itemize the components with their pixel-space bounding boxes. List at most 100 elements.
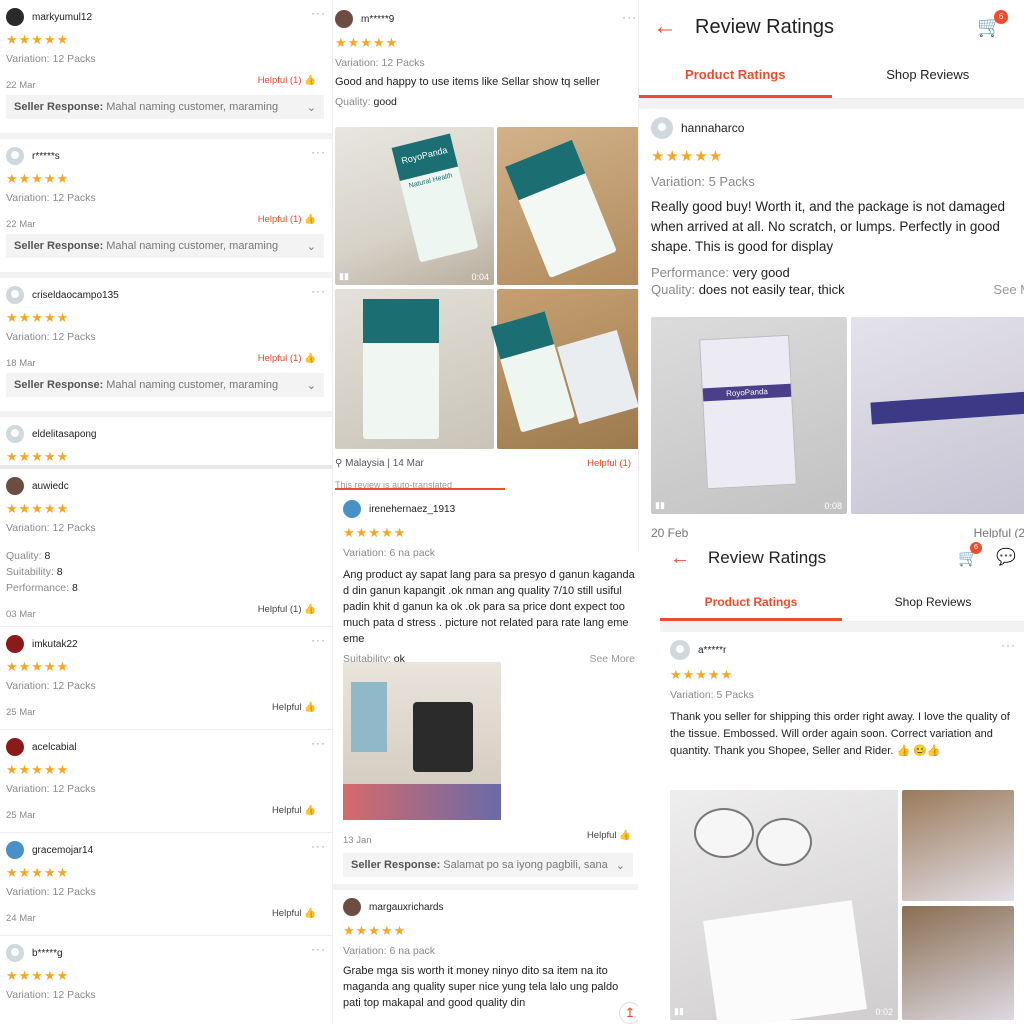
- more-options-icon[interactable]: ···: [311, 839, 326, 853]
- thumbs-up-icon: 👍: [304, 214, 316, 225]
- username: b*****g: [32, 947, 63, 959]
- seller-response[interactable]: Seller Response: Mahal naming customer, m…: [6, 95, 324, 119]
- see-more-link[interactable]: See M: [993, 282, 1024, 297]
- more-options-icon[interactable]: ···: [311, 736, 326, 750]
- review-text: Good and happy to use items like Sellar …: [335, 76, 600, 88]
- back-arrow-icon[interactable]: ←: [653, 13, 677, 41]
- helpful-button[interactable]: Helpful 👍: [272, 805, 316, 816]
- chevron-down-icon[interactable]: ⌄: [307, 101, 316, 114]
- seller-response[interactable]: Seller Response: Salamat po sa iyong pagb…: [343, 853, 633, 877]
- review-photo[interactable]: [497, 127, 638, 285]
- tab-product-ratings[interactable]: Product Ratings: [660, 586, 842, 621]
- more-options-icon[interactable]: ···: [1001, 638, 1016, 652]
- helpful-button[interactable]: Helpful 👍: [272, 908, 316, 919]
- review-date: 25 Mar: [6, 707, 36, 718]
- helpful-button[interactable]: Helpful (1) 👍: [258, 75, 316, 86]
- review-card: r*****s ··· ★★★★★ Variation: 12 Packs 22…: [0, 139, 332, 278]
- variation-text: Variation: 12 Packs: [6, 783, 96, 795]
- more-options-icon[interactable]: ···: [622, 10, 637, 24]
- review-video-thumbnail[interactable]: RoyoPanda Natural Health ▮▮ 0:04: [335, 127, 494, 285]
- star-rating: ★★★★★: [343, 525, 407, 540]
- back-arrow-icon[interactable]: ←: [670, 547, 690, 570]
- star-rating: ★★★★★: [6, 310, 70, 325]
- review-date: 03 Mar: [6, 609, 36, 620]
- video-icon: ▮▮: [655, 500, 665, 510]
- review-card: gracemojar14 ··· ★★★★★ Variation: 12 Pac…: [0, 833, 332, 936]
- star-rating: ★★★★★: [6, 968, 70, 983]
- review-panel-top: ← Review Ratings 🛒 6 Product Ratings Sho…: [638, 0, 1024, 552]
- review-date: 24 Mar: [6, 913, 36, 924]
- variation-text: Variation: 6 na pack: [343, 945, 436, 957]
- helpful-button[interactable]: Helpful (1) 👍: [258, 353, 316, 364]
- review-video-thumbnail[interactable]: RoyoPanda ▮▮ 0:08: [651, 317, 847, 514]
- tab-shop-reviews[interactable]: Shop Reviews: [832, 54, 1024, 98]
- review-photo[interactable]: [902, 906, 1014, 1020]
- username: irenehernaez_1913: [369, 503, 456, 515]
- quality-value: good: [373, 96, 397, 108]
- quality-value: does not easily tear, thick: [698, 282, 845, 297]
- review-date: 25 Mar: [6, 810, 36, 821]
- review-photo[interactable]: [851, 317, 1024, 514]
- star-rating: ★★★★★: [6, 659, 70, 674]
- avatar: [6, 477, 24, 495]
- helpful-button[interactable]: Helpful (1): [587, 458, 631, 469]
- review-photo[interactable]: [902, 790, 1014, 901]
- chat-icon[interactable]: 💬: [996, 547, 1016, 567]
- seller-response-text: Mahal naming customer, maraming: [106, 101, 279, 113]
- page-title: Review Ratings: [708, 548, 827, 567]
- more-options-icon[interactable]: ···: [311, 6, 326, 20]
- helpful-button[interactable]: Helpful 👍: [587, 830, 631, 841]
- see-more-link[interactable]: See More: [589, 653, 635, 665]
- thumbs-up-icon: 👍: [304, 353, 316, 364]
- review-text: Ang product ay sapat lang para sa presyo…: [343, 569, 635, 645]
- video-duration: 0:08: [824, 501, 842, 511]
- location-pin-icon: ⚲: [335, 458, 343, 469]
- review-card: margauxrichards ★★★★★ Variation: 6 na pa…: [343, 898, 635, 1011]
- more-options-icon[interactable]: ···: [311, 942, 326, 956]
- chevron-down-icon[interactable]: ⌄: [307, 240, 316, 253]
- video-duration: 0:02: [875, 1007, 893, 1017]
- review-meta-row: 13 Jan Helpful 👍: [343, 830, 631, 846]
- helpful-button[interactable]: Helpful (1) 👍: [258, 604, 316, 615]
- review-card: imkutak22 ··· ★★★★★ Variation: 12 Packs …: [0, 627, 332, 730]
- helpful-button[interactable]: Helpful (1) 👍: [258, 214, 316, 225]
- seller-response-text: Mahal naming customer, maraming: [106, 240, 279, 252]
- review-card: markyumul12 ··· ★★★★★ Variation: 12 Pack…: [0, 0, 332, 139]
- chevron-down-icon[interactable]: ⌄: [307, 379, 316, 392]
- scroll-to-top-button[interactable]: ↥: [619, 1002, 638, 1024]
- username: a*****r: [698, 644, 727, 656]
- review-photo[interactable]: [335, 289, 494, 449]
- quality-value: 8: [44, 550, 51, 562]
- variation-text: Variation: 6 na pack: [343, 547, 436, 559]
- username: eldelitasapong: [32, 428, 97, 440]
- review-video-thumbnail[interactable]: ▮▮ 0:02: [670, 790, 898, 1024]
- location-date: Malaysia | 14 Mar: [345, 458, 424, 469]
- more-options-icon[interactable]: ···: [311, 633, 326, 647]
- seller-response[interactable]: Seller Response: Mahal naming customer, m…: [6, 373, 324, 397]
- tab-product-ratings[interactable]: Product Ratings: [639, 54, 832, 98]
- thumbs-up-icon: 👍: [304, 908, 316, 919]
- helpful-button[interactable]: Helpful 👍: [272, 702, 316, 713]
- variation-text: Variation: 12 Packs: [6, 886, 96, 898]
- performance-label: Performance:: [6, 582, 70, 594]
- avatar: [6, 635, 24, 653]
- more-options-icon[interactable]: ···: [311, 284, 326, 298]
- avatar: [6, 8, 24, 26]
- review-photo[interactable]: [343, 662, 501, 820]
- helpful-label: Helpful (1): [257, 214, 302, 225]
- more-options-icon[interactable]: ···: [311, 145, 326, 159]
- review-photo[interactable]: [490, 289, 638, 449]
- review-card: irenehernaez_1913 ★★★★★ Variation: 6 na …: [343, 500, 635, 665]
- rating-tabs: Product Ratings Shop Reviews: [660, 586, 1024, 622]
- performance-value: very good: [732, 265, 790, 280]
- seller-response[interactable]: Seller Response: Mahal naming customer, m…: [6, 234, 324, 258]
- video-icon: ▮▮: [339, 271, 349, 281]
- seller-response-label: Seller Response:: [14, 379, 104, 391]
- scroll-indicator: [335, 488, 505, 490]
- star-rating: ★★★★★: [6, 449, 70, 464]
- username: imkutak22: [32, 638, 78, 650]
- video-icon: ▮▮: [674, 1006, 684, 1016]
- chevron-down-icon[interactable]: ⌄: [616, 859, 625, 872]
- thumbs-up-icon: 👍: [304, 604, 316, 615]
- tab-shop-reviews[interactable]: Shop Reviews: [842, 586, 1024, 621]
